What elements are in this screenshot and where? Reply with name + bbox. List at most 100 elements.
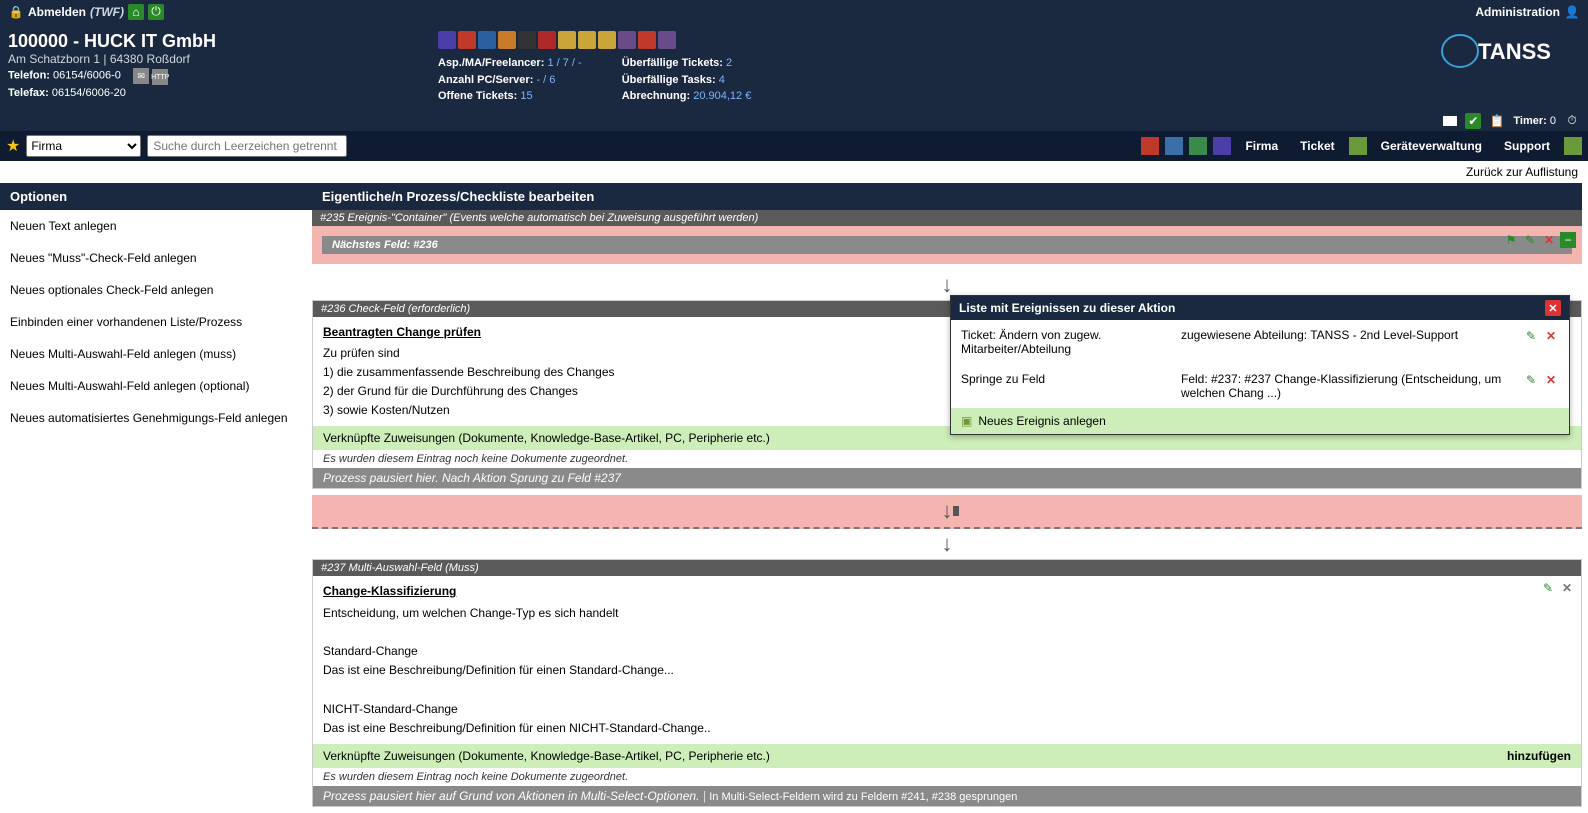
tel-value: 06154/6006-0 [53, 70, 121, 82]
timer-label: Timer: [1513, 115, 1546, 127]
linked-assign-none: Es wurden diesem Eintrag noch keine Doku… [313, 450, 1581, 468]
main-header: Eigentliche/n Prozess/Checkliste bearbei… [312, 183, 1582, 210]
tool-icon-6[interactable] [538, 31, 556, 49]
cal-icon[interactable]: 📋 [1489, 113, 1505, 129]
popup-title: Liste mit Ereignissen zu dieser Aktion [959, 301, 1175, 315]
http-icon[interactable]: HTTP [152, 69, 168, 85]
header: 100000 - HUCK IT GmbH Am Schatzborn 1 | … [0, 23, 1588, 113]
tool-icon-3[interactable] [478, 31, 496, 49]
block-237-title: #237 Multi-Auswahl-Feld (Muss) [313, 560, 1581, 576]
company-address: Am Schatzborn 1 | 64380 Roßdorf [8, 52, 408, 66]
sidebar-item-multi-opt[interactable]: Neues Multi-Auswahl-Feld anlegen (option… [0, 370, 312, 402]
stat-value: 1 / 7 / - [547, 57, 581, 69]
tool-icon-2[interactable] [458, 31, 476, 49]
flag-white-icon[interactable] [1443, 116, 1457, 126]
events-popup: Liste mit Ereignissen zu dieser Aktion ✕… [950, 295, 1570, 435]
header-icon-row [438, 31, 751, 49]
sidebar-item-new-text[interactable]: Neuen Text anlegen [0, 210, 312, 242]
stat-label: Anzahl PC/Server: [438, 74, 533, 86]
timer-value: 0 [1550, 115, 1556, 127]
block-237-line: Das ist eine Beschreibung/Definition für… [323, 661, 1571, 680]
sidebar-item-new-must-check[interactable]: Neues "Muss"-Check-Feld anlegen [0, 242, 312, 274]
stat-label: Überfällige Tasks: [622, 74, 716, 86]
sidebar-header: Optionen [0, 183, 312, 210]
stat-label: Abrechnung: [622, 90, 690, 102]
tool-icon-1[interactable] [438, 31, 456, 49]
stat-value: - / 6 [536, 74, 555, 86]
sidebar-item-new-opt-check[interactable]: Neues optionales Check-Feld anlegen [0, 274, 312, 306]
nav-support[interactable]: Support [1496, 139, 1558, 153]
edit-icon[interactable]: ✎ [1540, 580, 1556, 596]
tool-icon-4[interactable] [498, 31, 516, 49]
block-237-subhead: NICHT-Standard-Change [323, 700, 1571, 719]
collapse-icon[interactable]: − [1560, 232, 1576, 248]
event-type: Ticket: Ändern von zugew. Mitarbeiter/Ab… [961, 328, 1161, 356]
stat-label: Asp./MA/Freelancer: [438, 57, 544, 69]
search-scope-select[interactable]: Firma [26, 135, 141, 157]
nav-icon-4[interactable] [1213, 137, 1231, 155]
main: Eigentliche/n Prozess/Checkliste bearbei… [312, 183, 1588, 813]
back-to-list-link[interactable]: Zurück zur Auflistung [1466, 165, 1578, 179]
linked-assign-label: Verknüpfte Zuweisungen (Dokumente, Knowl… [323, 431, 770, 445]
edit-icon[interactable]: ✎ [1523, 372, 1539, 388]
block-235-next: Nächstes Feld: #236 [322, 236, 1572, 254]
star-icon[interactable]: ★ [6, 136, 20, 156]
nav-geraete[interactable]: Geräteverwaltung [1373, 139, 1490, 153]
delete-icon[interactable]: ✕ [1543, 372, 1559, 388]
edit-icon[interactable]: ✎ [1522, 232, 1538, 248]
tool-icon-7[interactable] [558, 31, 576, 49]
block-235: #235 Ereignis-"Container" (Events welche… [312, 210, 1582, 264]
event-type: Springe zu Feld [961, 372, 1161, 386]
tool-icon-5[interactable] [518, 31, 536, 49]
sidebar-item-include-list[interactable]: Einbinden einer vorhandenen Liste/Prozes… [0, 306, 312, 338]
delete-icon[interactable]: ✕ [1541, 232, 1557, 248]
add-link[interactable]: hinzufügen [1507, 749, 1571, 763]
event-row: Springe zu Feld Feld: #237: #237 Change-… [951, 364, 1569, 408]
tool-icon-12[interactable] [658, 31, 676, 49]
administration-link[interactable]: Administration [1475, 5, 1560, 19]
edit-icon[interactable]: ✎ [1523, 328, 1539, 344]
svg-text:TANSS: TANSS [1478, 39, 1551, 64]
tool-icon-9[interactable] [598, 31, 616, 49]
nav-icon-2[interactable] [1165, 137, 1183, 155]
nav-icon-6[interactable] [1564, 137, 1582, 155]
timer-row: ✔ 📋 Timer: 0 ⏱ [0, 113, 1588, 131]
block-237-line: Entscheidung, um welchen Change-Typ es s… [323, 604, 1571, 623]
search-input[interactable] [147, 135, 347, 157]
sidebar-item-multi-must[interactable]: Neues Multi-Auswahl-Feld anlegen (muss) [0, 338, 312, 370]
mail-icon[interactable]: ✉ [133, 68, 149, 84]
block-237-line: Das ist eine Beschreibung/Definition für… [323, 719, 1571, 738]
tool-icon-10[interactable] [618, 31, 636, 49]
power-icon[interactable]: ⏻ [148, 4, 164, 20]
fax-value: 06154/6006-20 [52, 87, 126, 99]
delete-icon[interactable]: ✕ [1559, 580, 1575, 596]
nav-firma[interactable]: Firma [1237, 139, 1286, 153]
nav-icon-3[interactable] [1189, 137, 1207, 155]
pink-separator: ↓ [312, 495, 1582, 529]
nav-ticket[interactable]: Ticket [1292, 139, 1342, 153]
stats-col-1: Asp./MA/Freelancer: 1 / 7 / - Anzahl PC/… [438, 55, 582, 105]
delete-icon[interactable]: ✕ [1543, 328, 1559, 344]
sidebar-item-auto-approve[interactable]: Neues automatisiertes Genehmigungs-Feld … [0, 402, 312, 434]
flag-icon[interactable]: ⚑ [1503, 232, 1519, 248]
new-event-link[interactable]: ▣ Neues Ereignis anlegen [951, 408, 1569, 434]
arrow-separator: ↓ [312, 529, 1582, 559]
close-icon[interactable]: ✕ [1545, 300, 1561, 316]
stat-value: 20.904,12 € [693, 90, 751, 102]
stat-value: 15 [520, 90, 532, 102]
user-code: (TWF) [90, 5, 124, 19]
logo: TANSS [1410, 31, 1580, 105]
check-icon[interactable]: ✔ [1465, 113, 1481, 129]
add-icon: ▣ [961, 414, 972, 428]
logout-link[interactable]: Abmelden [28, 5, 86, 19]
linked-assign-none: Es wurden diesem Eintrag noch keine Doku… [313, 768, 1581, 786]
new-event-label: Neues Ereignis anlegen [978, 414, 1105, 428]
tool-icon-11[interactable] [638, 31, 656, 49]
timer-icon[interactable]: ⏱ [1564, 113, 1580, 129]
nav-icon-1[interactable] [1141, 137, 1159, 155]
block-237-lead: Change-Klassifizierung [323, 582, 1571, 603]
home-icon[interactable]: ⌂ [128, 4, 144, 20]
tool-icon-8[interactable] [578, 31, 596, 49]
nav-icon-5[interactable] [1349, 137, 1367, 155]
fax-label: Telefax: [8, 87, 49, 99]
